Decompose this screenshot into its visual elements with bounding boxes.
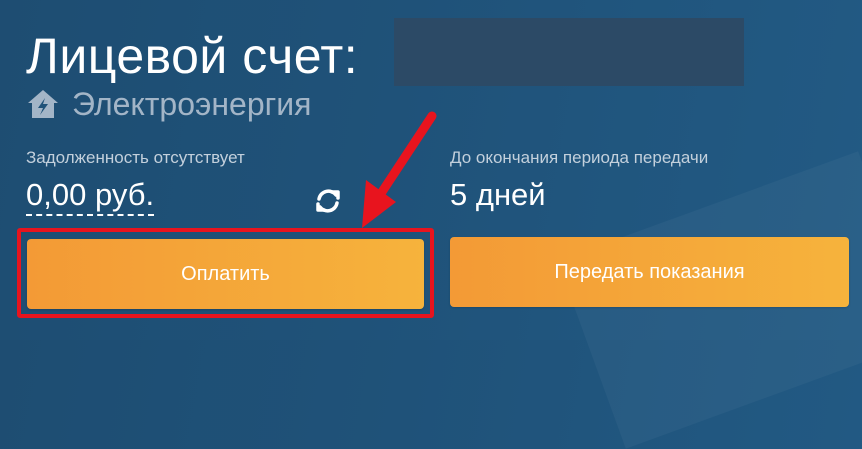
debt-amount[interactable]: 0,00 руб. [26,177,155,216]
period-label: До окончания периода передачи [450,148,709,167]
debt-status-label: Задолженность отсутствует [26,148,245,167]
submit-readings-button[interactable]: Передать показания [450,237,849,307]
service-label: Электроэнергия [72,85,312,122]
pay-button[interactable]: Оплатить [27,239,424,309]
refresh-icon[interactable] [310,183,346,219]
page-title: Лицевой счет: [26,28,359,84]
account-number-redacted [394,18,744,86]
house-lightning-icon [28,90,58,118]
period-remaining-days: 5 дней [450,177,546,212]
service-type: Электроэнергия [26,84,311,124]
annotation-arrow-icon [362,111,437,228]
